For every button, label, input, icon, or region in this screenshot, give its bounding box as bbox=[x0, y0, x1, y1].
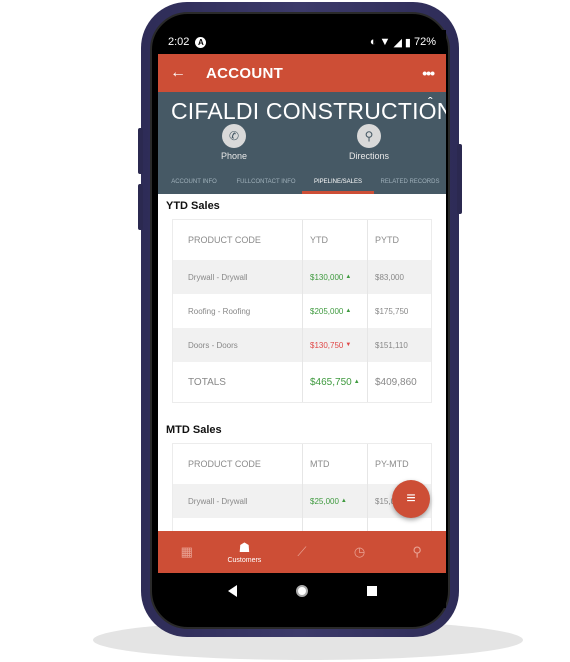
nav-chart[interactable]: ⟋ bbox=[273, 531, 331, 573]
product-cell: Doors - Doors bbox=[188, 340, 238, 350]
system-back-icon[interactable] bbox=[227, 584, 237, 597]
nav-customers[interactable]: ☗ Customers bbox=[216, 531, 274, 573]
ytd-cell: $130,750 ▼ bbox=[302, 328, 367, 362]
search-icon: ⚲ bbox=[412, 544, 422, 559]
phone-screen: 2:02 A ◐ ▼ ◢ ▮ 72% ← ACCOUNT ••• CIFALDI… bbox=[158, 30, 446, 620]
menu-fab-button[interactable]: ≡ bbox=[392, 480, 430, 518]
battery-icon: ▮ bbox=[404, 36, 411, 49]
table-row[interactable] bbox=[173, 518, 431, 531]
ytd-value: $130,750 bbox=[310, 340, 344, 350]
bottom-navigation: ▦ ☗ Customers ⟋ ◷ ⚲ bbox=[158, 531, 446, 573]
totals-row: TOTALS $465,750 ▲ $409,860 bbox=[173, 362, 431, 402]
pytd-cell: $151,110 bbox=[367, 328, 431, 362]
system-home-icon[interactable] bbox=[295, 584, 308, 597]
contacts-book-icon: ☗ bbox=[238, 540, 251, 555]
trend-down-icon: ▼ bbox=[345, 342, 352, 348]
notification-a-icon: A bbox=[195, 36, 207, 48]
more-options-icon[interactable]: ••• bbox=[422, 65, 435, 81]
trend-up-icon: ▲ bbox=[353, 379, 360, 385]
system-recents-icon[interactable] bbox=[366, 585, 377, 596]
tab-fullcontact-info[interactable]: FULLCONTACT INFO bbox=[230, 170, 302, 194]
nav-history[interactable]: ◷ bbox=[331, 531, 389, 573]
vibrate-icon: ◐ bbox=[369, 36, 377, 48]
account-name: CIFALDI CONSTRUCTION bbox=[171, 98, 446, 124]
hamburger-menu-icon: ≡ bbox=[406, 490, 416, 507]
line-chart-icon: ⟋ bbox=[297, 544, 307, 559]
ytd-cell: $130,000 ▲ bbox=[302, 260, 367, 294]
page-title: ACCOUNT bbox=[206, 64, 284, 82]
table-header-row: PRODUCT CODE MTD PY-MTD bbox=[173, 444, 431, 484]
mtd-cell: $25,000 ▲ bbox=[302, 484, 367, 518]
map-pin-icon: ⚲ bbox=[357, 124, 381, 148]
tab-account-info[interactable]: ACCOUNT INFO bbox=[158, 170, 230, 194]
system-navigation-bar bbox=[158, 573, 446, 608]
directions-action[interactable]: ⚲ Directions bbox=[329, 124, 409, 161]
nav-calendar[interactable]: ▦ bbox=[158, 531, 216, 573]
table-row[interactable]: Drywall - Drywall $130,000 ▲ $83,000 bbox=[173, 260, 431, 294]
mtd-sales-table: PRODUCT CODE MTD PY-MTD Drywall - Drywal… bbox=[172, 443, 432, 531]
tab-related-records[interactable]: RELATED RECORDS bbox=[374, 170, 446, 194]
table-header-row: PRODUCT CODE YTD PYTD bbox=[173, 220, 431, 260]
nav-search[interactable]: ⚲ bbox=[388, 531, 446, 573]
product-cell: Roofing - Roofing bbox=[188, 306, 251, 316]
product-cell bbox=[173, 518, 302, 531]
totals-ytd-cell: $465,750 ▲ bbox=[302, 362, 367, 402]
header-product-code: PRODUCT CODE bbox=[188, 235, 261, 245]
signal-icon: ◢ bbox=[393, 36, 402, 49]
ytd-cell: $205,000 ▲ bbox=[302, 294, 367, 328]
ytd-value: $130,000 bbox=[310, 272, 344, 282]
volume-up-button bbox=[138, 128, 143, 174]
status-time: 2:02 bbox=[168, 36, 190, 48]
trend-up-icon: ▲ bbox=[340, 498, 347, 504]
directions-label: Directions bbox=[348, 151, 389, 161]
mtd-sales-title: MTD Sales bbox=[166, 424, 222, 436]
status-icons: ◐ ▼ ◢ ▮ 72% bbox=[370, 36, 436, 49]
collapse-caret-icon[interactable]: ˆ bbox=[428, 94, 433, 110]
phone-label: Phone bbox=[220, 151, 248, 161]
trend-up-icon: ▲ bbox=[345, 274, 352, 280]
app-bar: ← ACCOUNT ••• bbox=[158, 54, 446, 92]
phone-action[interactable]: ✆ Phone bbox=[194, 124, 274, 161]
tab-pipeline-sales[interactable]: PIPELINE/SALES bbox=[302, 170, 374, 194]
table-row[interactable]: Doors - Doors $130,750 ▼ $151,110 bbox=[173, 328, 431, 362]
product-cell: Drywall - Drywall bbox=[188, 272, 248, 282]
ytd-sales-title: YTD Sales bbox=[166, 200, 220, 212]
totals-pytd-cell: $409,860 bbox=[367, 362, 431, 402]
power-button bbox=[457, 144, 462, 214]
pytd-cell: $83,000 bbox=[367, 260, 431, 294]
clock-icon: ◷ bbox=[353, 544, 366, 559]
calendar-icon: ▦ bbox=[180, 544, 193, 559]
mtd-value: $25,000 bbox=[310, 496, 339, 506]
header-py-mtd: PY-MTD bbox=[367, 444, 431, 484]
totals-label: TOTALS bbox=[188, 376, 226, 388]
back-arrow-icon[interactable]: ← bbox=[170, 64, 206, 82]
ytd-sales-table: PRODUCT CODE YTD PYTD Drywall - Drywall … bbox=[172, 219, 432, 403]
py-mtd-cell bbox=[367, 518, 431, 531]
mtd-cell bbox=[302, 518, 367, 531]
ytd-value: $205,000 bbox=[310, 306, 344, 316]
tab-bar: ACCOUNT INFO FULLCONTACT INFO PIPELINE/S… bbox=[158, 170, 446, 194]
wifi-icon: ▼ bbox=[379, 36, 391, 48]
volume-down-button bbox=[138, 184, 143, 230]
nav-customers-label: Customers bbox=[227, 557, 262, 564]
header-product-code: PRODUCT CODE bbox=[188, 459, 261, 469]
header-ytd: YTD bbox=[302, 220, 367, 260]
product-cell: Drywall - Drywall bbox=[188, 496, 248, 506]
table-row[interactable]: Roofing - Roofing $205,000 ▲ $175,750 bbox=[173, 294, 431, 328]
pytd-cell: $175,750 bbox=[367, 294, 431, 328]
device-mockup: 2:02 A ◐ ▼ ◢ ▮ 72% ← ACCOUNT ••• CIFALDI… bbox=[0, 0, 570, 662]
header-mtd: MTD bbox=[302, 444, 367, 484]
trend-up-icon: ▲ bbox=[345, 308, 352, 314]
phone-icon: ✆ bbox=[222, 124, 246, 148]
battery-level: 72% bbox=[413, 36, 436, 48]
totals-ytd-value: $465,750 bbox=[310, 376, 352, 388]
header-pytd: PYTD bbox=[367, 220, 431, 260]
status-bar: 2:02 A ◐ ▼ ◢ ▮ 72% bbox=[158, 30, 446, 54]
